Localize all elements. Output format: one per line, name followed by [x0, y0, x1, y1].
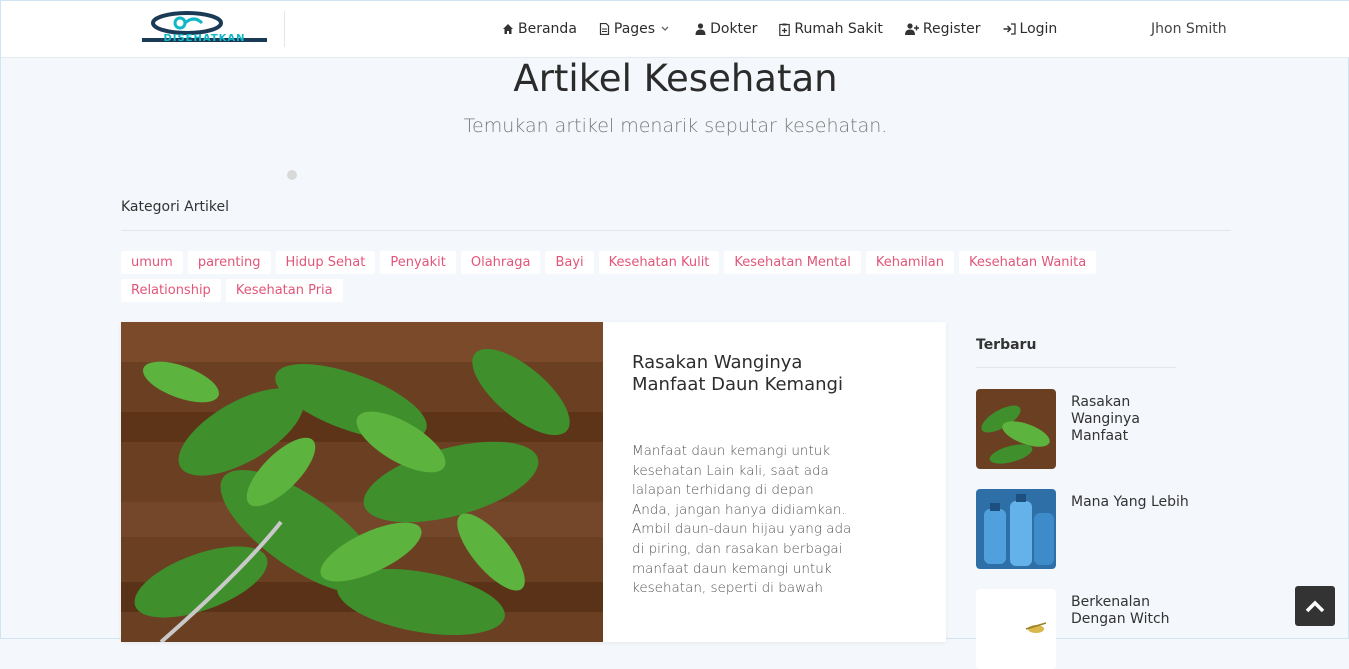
category-chip-kesehatan-kulit[interactable]: Kesehatan Kulit [598, 251, 720, 274]
category-chip-parenting[interactable]: parenting [187, 251, 271, 274]
user-plus-icon [904, 23, 919, 35]
featured-article-image[interactable] [121, 322, 603, 642]
nav-beranda[interactable]: Beranda [502, 21, 577, 37]
category-heading: Kategori Artikel [121, 199, 229, 215]
featured-article-card[interactable]: Rasakan Wanginya Manfaat Daun Kemangi Ma… [121, 322, 946, 642]
sign-in-icon [1003, 23, 1016, 35]
chevron-down-icon [661, 26, 669, 31]
doctor-icon [695, 23, 706, 35]
chevron-up-icon [1305, 600, 1325, 613]
nav-dokter-label: Dokter [710, 21, 758, 37]
hospital-icon [779, 23, 791, 36]
logo-text: DISEHATKAN [163, 33, 246, 44]
page-icon [599, 23, 610, 35]
nav-rumah-sakit-label: Rumah Sakit [794, 21, 883, 37]
back-to-top-button[interactable] [1295, 586, 1335, 626]
sidebar-title: Terbaru [976, 337, 1037, 353]
category-chip-kesehatan-mental[interactable]: Kesehatan Mental [724, 251, 861, 274]
main-nav: Beranda Pages Dokter Rumah Sakit Registe… [502, 1, 1079, 57]
category-chip-kesehatan-wanita[interactable]: Kesehatan Wanita [959, 251, 1097, 274]
category-chip-umum[interactable]: umum [121, 251, 183, 274]
category-chip-kehamilan[interactable]: Kehamilan [865, 251, 955, 274]
logo-separator [284, 11, 285, 47]
recent-article-item[interactable]: Mana Yang Lebih [976, 489, 1196, 569]
site-logo[interactable]: DISEHATKAN [132, 9, 277, 45]
nav-register-label: Register [922, 21, 981, 37]
nav-login-label: Login [1019, 21, 1058, 37]
recent-article-title[interactable]: Rasakan Wanginya Manfaat [1071, 394, 1191, 445]
category-chip-bayi[interactable]: Bayi [545, 251, 594, 274]
recent-article-item[interactable]: Berkenalan Dengan Witch [976, 589, 1196, 669]
page-subtitle: Temukan artikel menarik seputar kesehata… [463, 115, 888, 137]
user-menu[interactable]: Jhon Smith [1151, 21, 1227, 37]
category-chip-hidup-sehat[interactable]: Hidup Sehat [275, 251, 376, 274]
featured-article-title[interactable]: Rasakan Wanginya Manfaat Daun Kemangi [632, 352, 862, 396]
decorative-dot [287, 170, 297, 180]
recent-article-thumb [976, 589, 1056, 669]
sidebar-divider [976, 367, 1176, 368]
home-icon [503, 24, 513, 34]
nav-dokter[interactable]: Dokter [695, 21, 757, 37]
category-divider [121, 230, 1231, 231]
category-chip-relationship[interactable]: Relationship [121, 279, 221, 302]
category-list: umum parenting Hidup Sehat Penyakit Olah… [121, 251, 1151, 307]
recent-article-thumb [976, 489, 1056, 569]
nav-beranda-label: Beranda [518, 21, 577, 37]
nav-rumah-sakit[interactable]: Rumah Sakit [779, 21, 883, 37]
nav-register[interactable]: Register [904, 21, 981, 37]
category-chip-kesehatan-pria[interactable]: Kesehatan Pria [225, 279, 343, 302]
nav-pages[interactable]: Pages [599, 21, 673, 37]
recent-article-title[interactable]: Mana Yang Lebih [1071, 494, 1191, 511]
nav-login[interactable]: Login [1003, 21, 1058, 37]
top-navbar: DISEHATKAN Beranda Pages Dokter Rumah Sa… [1, 1, 1349, 58]
category-chip-penyakit[interactable]: Penyakit [380, 251, 456, 274]
nav-pages-label: Pages [613, 21, 656, 37]
featured-article-excerpt: Manfaat daun kemangi untuk kesehatan Lai… [632, 443, 852, 597]
category-chip-olahraga[interactable]: Olahraga [460, 251, 541, 274]
recent-article-item[interactable]: Rasakan Wanginya Manfaat [976, 389, 1196, 469]
recent-article-thumb [976, 389, 1056, 469]
page-title: Artikel Kesehatan [513, 57, 838, 100]
recent-article-title[interactable]: Berkenalan Dengan Witch [1071, 594, 1191, 628]
